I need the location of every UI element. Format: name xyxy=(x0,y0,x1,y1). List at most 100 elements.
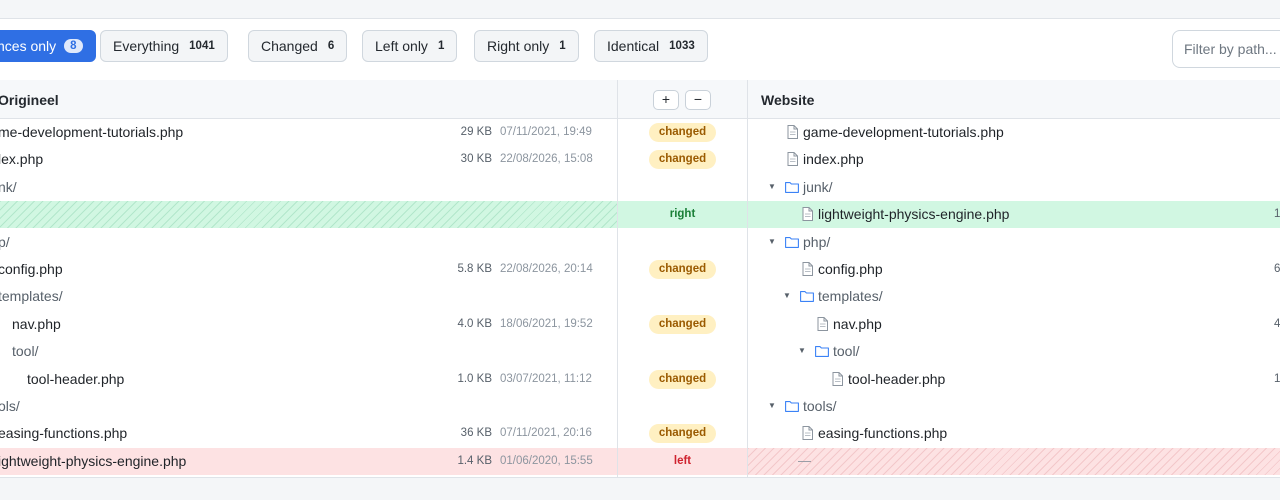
filter-count: 1 xyxy=(559,40,566,52)
diff-row[interactable]: ols/ ▼ tools/ xyxy=(0,393,1280,420)
file-icon xyxy=(787,152,798,166)
right-entry-name: lightweight-physics-engine.php xyxy=(818,206,1010,222)
left-file-size: 36 KB xyxy=(460,427,492,439)
left-entry-name: templates/ xyxy=(0,288,63,304)
chevron-down-icon[interactable]: ▼ xyxy=(768,182,776,191)
filter-identical-button[interactable]: Identical 1033 xyxy=(594,30,708,62)
left-file-size: 1.0 KB xyxy=(457,373,492,385)
left-column-title: Origineel xyxy=(0,92,59,108)
left-file-date: 18/06/2021, 19:52 xyxy=(500,318,593,330)
file-icon xyxy=(802,207,813,221)
diff-row[interactable]: lex.php 30 KB 22/08/2026, 15:08 changed inde… xyxy=(0,146,1280,173)
left-file-date: 22/08/2026, 20:14 xyxy=(500,263,593,275)
filter-everything-button[interactable]: Everything 1041 xyxy=(100,30,228,62)
filter-count: 1041 xyxy=(189,40,215,52)
left-file-date: 22/08/2026, 15:08 xyxy=(500,153,593,165)
left-file-date: 07/11/2021, 20:16 xyxy=(500,427,592,439)
chevron-down-icon[interactable]: ▼ xyxy=(783,291,791,300)
filter-count: 6 xyxy=(327,40,335,52)
file-icon xyxy=(787,125,798,139)
right-entry-name: junk/ xyxy=(803,179,833,195)
diff-row[interactable]: tool-header.php 1.0 KB 03/07/2021, 11:12 ch… xyxy=(0,366,1280,393)
footer-strip xyxy=(0,478,1280,500)
filter-label: Changed xyxy=(261,38,318,54)
column-header: Origineel + − Website xyxy=(0,80,1280,119)
chevron-down-icon[interactable]: ▼ xyxy=(768,237,776,246)
right-entry-name: game-development-tutorials.php xyxy=(803,124,1004,140)
status-badge: changed xyxy=(649,424,716,443)
filter-changed-button[interactable]: Changed 6 xyxy=(248,30,348,62)
filter-label: Identical xyxy=(607,38,660,54)
left-file-size: 30 KB xyxy=(460,153,492,165)
filter-label: Right only xyxy=(487,38,550,54)
filter-bar: nces only 8 Everything 1041 Changed 6 Le… xyxy=(0,19,1280,81)
chevron-down-icon[interactable]: ▼ xyxy=(798,346,806,355)
left-entry-name: ols/ xyxy=(0,398,20,414)
left-file-date: 01/06/2020, 15:55 xyxy=(500,455,593,467)
filter-label: nces only xyxy=(0,38,57,54)
left-file-size: 1.4 KB xyxy=(457,455,492,467)
chevron-down-icon[interactable]: ▼ xyxy=(768,401,776,410)
status-badge: right xyxy=(669,208,696,220)
filter-count: 1 xyxy=(437,40,445,52)
right-entry-name: tools/ xyxy=(803,398,837,414)
path-filter-input[interactable] xyxy=(1172,30,1280,68)
right-file-size: 6 xyxy=(1274,263,1280,275)
column-divider xyxy=(617,80,618,478)
file-icon xyxy=(802,426,813,440)
filter-count: 8 xyxy=(64,39,83,53)
folder-icon xyxy=(815,346,829,357)
diff-row[interactable]: tool/ ▼ tool/ xyxy=(0,338,1280,365)
diff-row[interactable]: p/ ▼ php/ xyxy=(0,229,1280,256)
diff-row[interactable]: easing-functions.php 36 KB 07/11/2021, 20:… xyxy=(0,420,1280,447)
filter-label: Left only xyxy=(375,38,428,54)
diff-row[interactable]: nav.php 4.0 KB 18/06/2021, 19:52 changed nav… xyxy=(0,311,1280,338)
column-divider xyxy=(747,80,748,478)
right-entry-name: templates/ xyxy=(818,288,883,304)
folder-icon xyxy=(800,291,814,302)
filter-label: Everything xyxy=(113,38,180,54)
top-strip xyxy=(0,0,1280,19)
left-entry-name: tool/ xyxy=(12,343,39,359)
folder-icon xyxy=(785,401,799,412)
status-badge: changed xyxy=(649,315,716,334)
expand-all-button[interactable]: + xyxy=(653,90,679,110)
right-file-size: 1 xyxy=(1274,373,1280,385)
right-file-size: 1 xyxy=(1274,208,1280,220)
missing-left-hatch xyxy=(0,201,617,228)
status-badge: changed xyxy=(649,370,716,389)
filter-differences-only-button[interactable]: nces only 8 xyxy=(0,30,96,62)
file-icon xyxy=(832,372,843,386)
right-entry-name: easing-functions.php xyxy=(818,425,948,441)
filter-count: 1033 xyxy=(669,40,695,52)
file-icon xyxy=(802,262,813,276)
collapse-all-button[interactable]: − xyxy=(685,90,711,110)
right-missing-placeholder: — xyxy=(798,453,811,468)
diff-row[interactable]: templates/ ▼ templates/ xyxy=(0,283,1280,310)
left-file-date: 07/11/2021, 19:49 xyxy=(500,126,592,138)
filter-left-only-button[interactable]: Left only 1 xyxy=(362,30,458,62)
status-badge: changed xyxy=(649,260,716,279)
diff-row[interactable]: config.php 5.8 KB 22/08/2026, 20:14 changed… xyxy=(0,256,1280,283)
filter-right-only-button[interactable]: Right only 1 xyxy=(474,30,579,62)
diff-row[interactable]: nk/ ▼ junk/ xyxy=(0,174,1280,201)
right-entry-name: config.php xyxy=(818,261,883,277)
diff-row[interactable]: ightweight-physics-engine.php 1.4 KB 01/06… xyxy=(0,448,1280,475)
status-badge: changed xyxy=(649,150,716,169)
diff-panel: Origineel + − Website me-development-tut… xyxy=(0,80,1280,478)
right-file-size: 4 xyxy=(1274,318,1280,330)
right-entry-name: tool-header.php xyxy=(848,371,946,387)
folder-icon xyxy=(785,182,799,193)
right-entry-name: nav.php xyxy=(833,316,882,332)
left-file-date: 03/07/2021, 11:12 xyxy=(500,373,592,385)
folder-icon xyxy=(785,237,799,248)
left-entry-name: nk/ xyxy=(0,179,17,195)
diff-row[interactable]: me-development-tutorials.php 29 KB 07/11/2… xyxy=(0,119,1280,146)
right-column-title: Website xyxy=(761,92,815,108)
right-entry-name: index.php xyxy=(803,151,864,167)
right-entry-name: php/ xyxy=(803,234,831,250)
right-entry-name: tool/ xyxy=(833,343,860,359)
status-badge: changed xyxy=(649,123,716,142)
file-icon xyxy=(817,317,828,331)
diff-row[interactable]: right lightweight-physics-engine.php 1 xyxy=(0,201,1280,228)
